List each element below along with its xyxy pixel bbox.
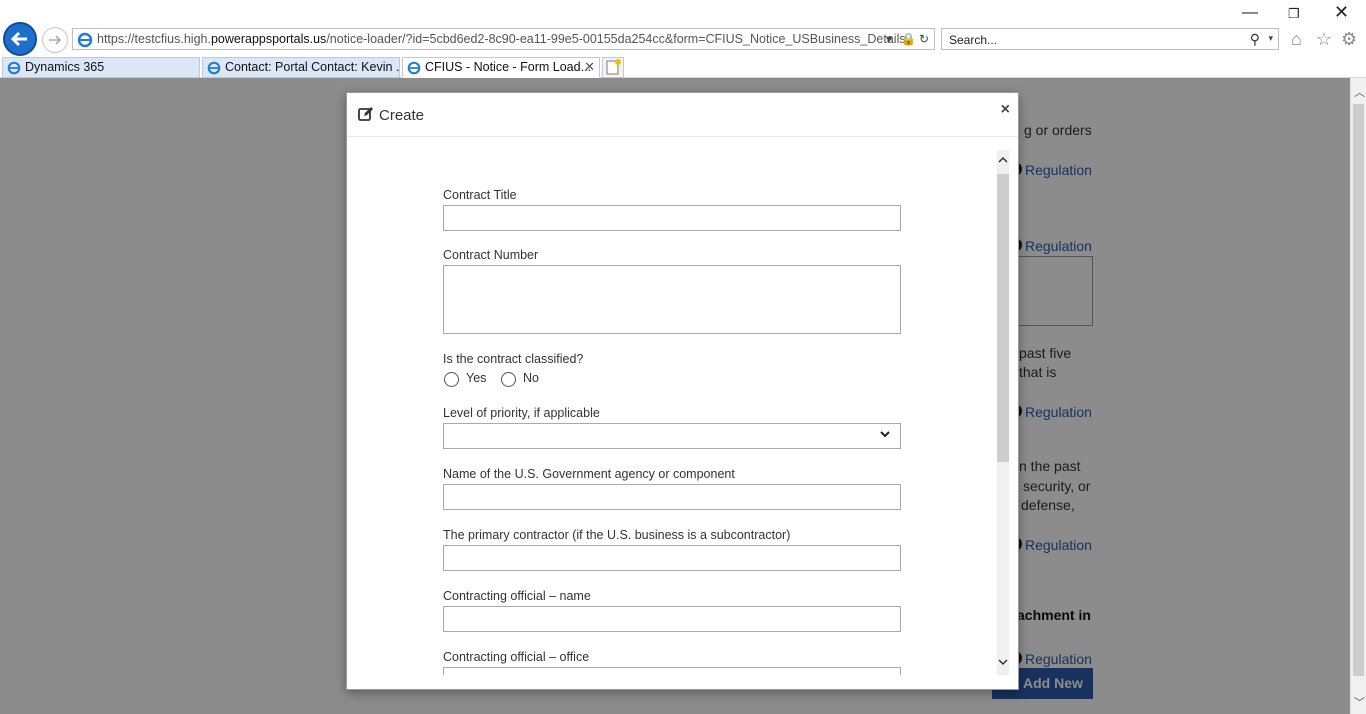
tab-contact[interactable]: Contact: Portal Contact: Kevin ... [202, 57, 400, 78]
radio-yes[interactable] [444, 372, 459, 387]
chevron-down-icon[interactable] [998, 658, 1008, 669]
priority-select[interactable] [443, 423, 901, 449]
home-icon[interactable]: ⌂ [1291, 29, 1302, 50]
contract-number-field: Contract Number [443, 248, 901, 334]
address-dropdown-icon[interactable]: ▾ [886, 32, 892, 46]
browser-toolbar: https://testcfius.high.powerappsportals.… [0, 0, 1366, 56]
scrollbar-thumb[interactable] [997, 174, 1009, 462]
edit-icon [358, 107, 373, 121]
chevron-up-icon[interactable] [998, 156, 1008, 167]
official-name-label: Contracting official – name [443, 589, 591, 603]
gear-icon[interactable]: ⚙ [1341, 29, 1357, 50]
create-modal: Create × Contract Title Contract Number … [346, 92, 1019, 690]
agency-label: Name of the U.S. Government agency or co… [443, 467, 735, 481]
arrow-right-icon [49, 35, 62, 45]
modal-form: Contract Title Contract Number Is the co… [347, 150, 997, 675]
agency-field: Name of the U.S. Government agency or co… [443, 467, 901, 510]
radio-no[interactable] [501, 372, 516, 387]
primary-contractor-label: The primary contractor (if the U.S. busi… [443, 528, 791, 542]
classified-label: Is the contract classified? [443, 352, 584, 366]
search-box[interactable]: Search... ⚲ ▾ [941, 28, 1279, 50]
modal-header: Create × [347, 93, 1018, 137]
refresh-icon[interactable]: ↻ [919, 32, 929, 46]
arrow-left-icon [10, 31, 27, 47]
agency-input[interactable] [443, 484, 901, 510]
priority-field: Level of priority, if applicable [443, 406, 901, 449]
back-button[interactable] [3, 22, 37, 56]
lock-icon[interactable]: 🔒 [901, 32, 916, 46]
tab-dynamics[interactable]: Dynamics 365 [2, 57, 200, 78]
address-bar[interactable]: https://testcfius.high.powerappsportals.… [72, 28, 935, 50]
ie-tab-icon [407, 61, 421, 75]
primary-contractor-input[interactable] [443, 545, 901, 571]
classified-field: Is the contract classified? Yes No [443, 352, 901, 389]
ie-tab-icon [207, 61, 221, 75]
official-office-field: Contracting official – office [443, 650, 901, 675]
tab-label: Dynamics 365 [25, 60, 105, 74]
ie-page-icon [77, 32, 93, 48]
new-tab-button[interactable] [602, 57, 624, 78]
chevron-down-icon [879, 428, 891, 442]
star-icon[interactable]: ☆ [1316, 29, 1332, 50]
tab-label: Contact: Portal Contact: Kevin ... [225, 60, 400, 74]
classified-radio-group: Yes No [443, 369, 901, 389]
tab-strip: Dynamics 365 Contact: Portal Contact: Ke… [0, 56, 1366, 78]
minimize-icon[interactable]: — [1242, 4, 1258, 22]
official-name-field: Contracting official – name [443, 589, 901, 632]
contract-number-input[interactable] [443, 265, 901, 334]
search-icon[interactable]: ⚲ [1250, 31, 1260, 48]
chevron-down-icon[interactable]: ▾ [1268, 33, 1273, 44]
ie-tab-icon [7, 61, 21, 75]
close-icon[interactable]: × [1001, 101, 1010, 119]
primary-contractor-field: The primary contractor (if the U.S. busi… [443, 528, 901, 571]
tab-label: CFIUS - Notice - Form Load... [425, 60, 592, 74]
priority-label: Level of priority, if applicable [443, 406, 600, 420]
radio-no-label[interactable]: No [523, 371, 539, 385]
search-placeholder: Search... [949, 33, 998, 47]
radio-yes-label[interactable]: Yes [466, 371, 486, 385]
page-scrollbar[interactable]: ︿ ﹀ [1350, 78, 1366, 714]
modal-scrollbar[interactable] [997, 150, 1009, 675]
tab-cfius-notice[interactable]: CFIUS - Notice - Form Load... ✕ [402, 57, 600, 78]
close-tab-icon[interactable]: ✕ [584, 59, 595, 75]
contract-title-label: Contract Title [443, 188, 517, 202]
url-text: https://testcfius.high.powerappsportals.… [97, 32, 906, 46]
scrollbar-thumb[interactable] [1353, 104, 1364, 676]
chevron-down-icon[interactable]: ﹀ [1354, 694, 1365, 710]
restore-icon[interactable]: ❐ [1288, 6, 1300, 22]
official-name-input[interactable] [443, 606, 901, 632]
forward-button[interactable] [42, 27, 68, 53]
close-window-icon[interactable]: ✕ [1334, 2, 1349, 23]
contract-title-input[interactable] [443, 205, 901, 231]
modal-title: Create [379, 107, 425, 124]
official-office-input[interactable] [443, 667, 901, 675]
contract-title-field: Contract Title [443, 188, 901, 231]
official-office-label: Contracting official – office [443, 650, 590, 664]
contract-number-label: Contract Number [443, 248, 539, 262]
new-tab-icon [606, 59, 621, 75]
chevron-up-icon[interactable]: ︿ [1354, 84, 1365, 100]
